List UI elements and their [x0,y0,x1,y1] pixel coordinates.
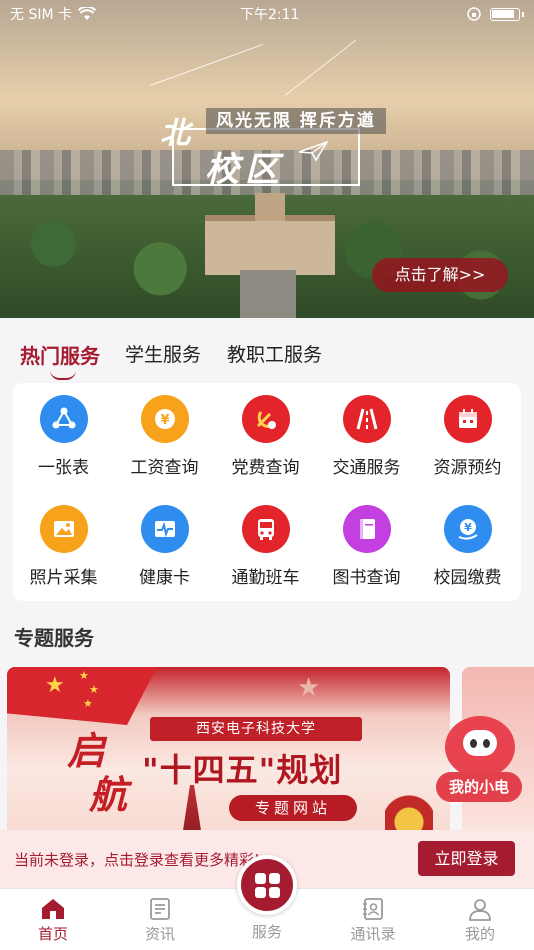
tab-staff-services[interactable]: 教职工服务 [227,340,322,367]
services-fab-button[interactable] [237,855,297,915]
plan-headline: "十四五"规划 [142,751,343,789]
svg-text:¥: ¥ [464,521,472,534]
banner-title-main: 校区 [205,150,285,190]
service-transport[interactable]: 交通服务 [316,383,417,483]
robot-icon [445,716,515,778]
svg-text:¥: ¥ [160,413,169,428]
wifi-icon [78,7,96,20]
service-label: 照片采集 [29,568,98,588]
login-prompt-text[interactable]: 当前未登录，点击登录查看更多精彩! [14,849,260,870]
calendar-icon [443,395,492,443]
news-icon [150,898,170,920]
nav-label: 我的 [464,925,495,943]
nav-news[interactable]: 资讯 [120,897,200,944]
share-icon [39,395,88,443]
service-label: 校园缴费 [433,568,502,588]
topic-side-text: 启 航 [67,728,128,817]
contacts-icon [363,898,383,920]
service-one-form[interactable]: 一张表 [13,383,114,483]
service-shuttle-bus[interactable]: 通勤班车 [215,493,316,593]
orientation-lock-icon [467,7,481,21]
tab-hot-services[interactable]: 热门服务 [20,340,100,369]
star-icon: ★ [79,669,89,682]
service-salary[interactable]: ¥ 工资查询 [114,383,215,483]
nav-services[interactable]: 服务 [227,921,307,942]
login-button[interactable]: 立即登录 [418,841,515,876]
assistant-label: 我的小电 [436,772,522,802]
banner-slogan: 风光无限 挥斥方遒 [206,108,386,134]
service-label: 一张表 [38,458,89,478]
profile-icon [469,899,491,921]
star-icon: ★ [45,673,65,698]
service-label: 通勤班车 [231,568,300,588]
nav-label: 通讯录 [350,925,396,943]
university-name: 西安电子科技大学 [150,717,362,741]
nav-label: 服务 [251,923,282,941]
nav-contacts[interactable]: 通讯录 [333,897,413,944]
heartbeat-icon [140,505,189,553]
banner-title-char: 北 [160,116,190,151]
bus-icon [241,505,290,553]
grid-icon [254,872,280,898]
service-campus-payment[interactable]: ¥ 校园缴费 [417,493,518,593]
service-label: 图书查询 [332,568,401,588]
payment-icon: ¥ [443,505,492,553]
status-bar: 无 SIM 卡 下午2:11 [0,0,534,28]
tab-student-services[interactable]: 学生服务 [125,340,201,367]
service-label: 健康卡 [139,568,190,588]
service-health-card[interactable]: 健康卡 [114,493,215,593]
party-emblem-icon [241,395,290,443]
service-label: 资源预约 [433,458,502,478]
carrier-text: 无 SIM 卡 [10,7,72,23]
service-label: 党费查询 [231,458,300,478]
nav-label: 首页 [37,925,68,943]
emblem-star-icon: ★ [297,673,321,703]
nav-label: 资讯 [144,925,175,943]
topic-website-button[interactable]: 专题网站 [229,795,357,821]
book-icon [342,505,391,553]
service-label: 交通服务 [332,458,401,478]
service-resource-booking[interactable]: 资源预约 [417,383,518,483]
battery-icon [490,7,520,21]
service-library-search[interactable]: 图书查询 [316,493,417,593]
service-party-fee[interactable]: 党费查询 [215,383,316,483]
assistant-button[interactable]: 我的小电 [436,716,524,806]
active-tab-indicator [50,370,76,380]
learn-more-button[interactable]: 点击了解>> [372,258,508,292]
campus-banner[interactable]: 风光无限 挥斥方遒 北 校区 点击了解>> [0,0,534,318]
service-photo-collect[interactable]: 照片采集 [13,493,114,593]
home-icon [42,899,64,919]
service-label: 工资查询 [130,458,199,478]
clock-text: 下午2:11 [240,7,300,23]
yen-coin-icon: ¥ [140,395,189,443]
road-icon [342,395,391,443]
topic-section-title: 专题服务 [14,626,94,650]
star-icon: ★ [89,683,99,696]
service-tabs: 热门服务 学生服务 教职工服务 [0,318,534,382]
topic-card-14th-plan[interactable]: ★ ★ ★ ★ ★ 启 航 西安电子科技大学 "十四五"规划 专题网站 [7,667,450,837]
nav-profile[interactable]: 我的 [440,897,520,944]
service-grid: 一张表 ¥ 工资查询 党费查询 交通服务 资源预约 照片采集 健康卡 通勤班车 … [13,383,521,601]
star-icon: ★ [83,697,93,710]
paper-plane-icon [298,140,328,162]
photo-icon [39,505,88,553]
nav-home[interactable]: 首页 [13,897,93,944]
